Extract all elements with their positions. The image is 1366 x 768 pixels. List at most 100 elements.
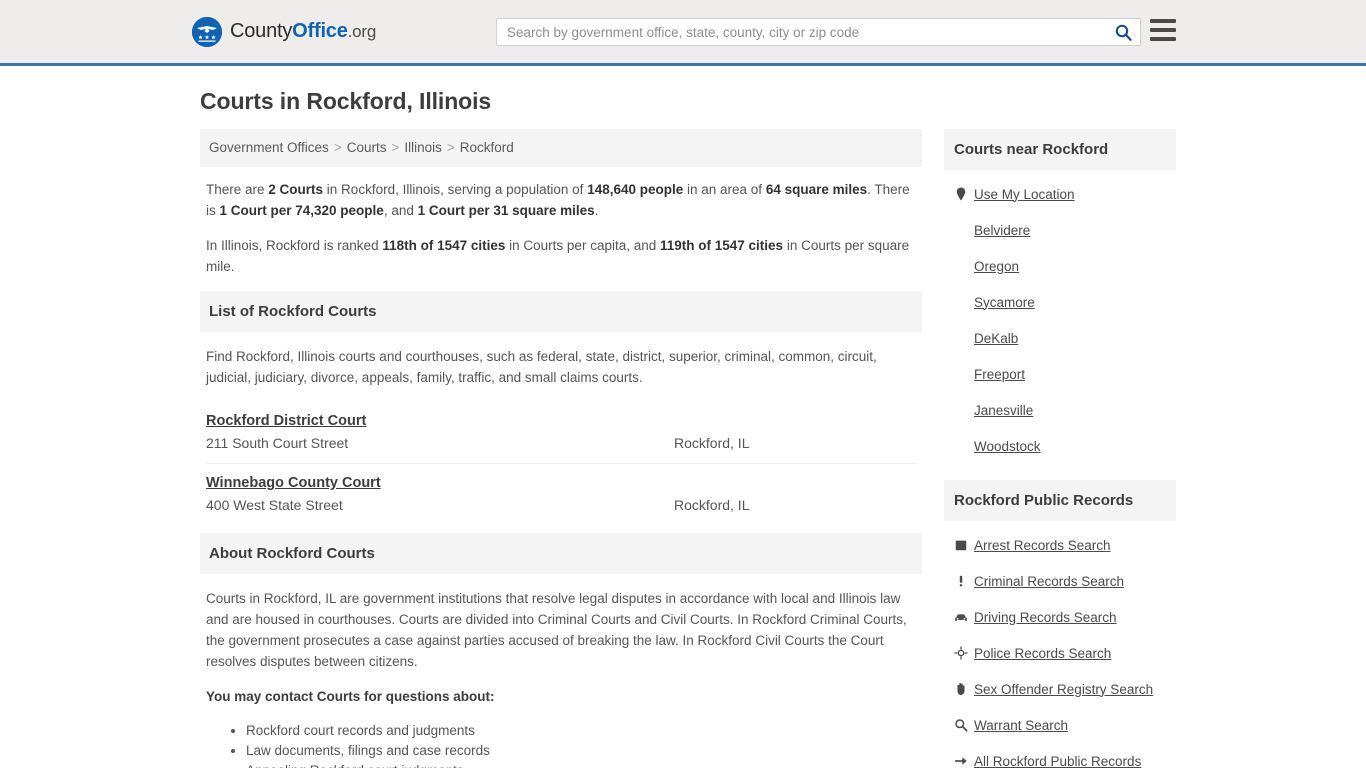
sidebar-item-label[interactable]: Janesville <box>974 403 1033 418</box>
breadcrumb: Government Offices > Courts > Illinois > Rockf… <box>200 129 922 167</box>
sidebar-item-all-rockford-public-records[interactable]: All Rockford Public Records <box>954 743 1176 768</box>
stat-text: . <box>594 203 599 218</box>
sidebar-item-label[interactable]: Sycamore <box>974 295 1035 310</box>
sidebar-item-woodstock[interactable]: Woodstock <box>954 428 1176 464</box>
stat-value: 64 square miles <box>765 182 868 197</box>
exclamation-icon <box>954 574 974 588</box>
stats-paragraph-2: In Illinois, Rockford is ranked 118th of… <box>206 235 922 277</box>
sidebar-item-label[interactable]: Use My Location <box>974 187 1075 202</box>
sidebar-item-label[interactable]: Warrant Search <box>974 718 1068 733</box>
sidebar-item-driving-records-search[interactable]: Driving Records Search <box>954 599 1176 635</box>
public-records-heading: Rockford Public Records <box>944 480 1176 521</box>
stat-value: 148,640 people <box>587 182 684 197</box>
about-section-lead: You may contact Courts for questions abo… <box>206 689 495 704</box>
breadcrumb-item-illinois[interactable]: Illinois <box>404 140 442 155</box>
court-detail-line: 400 West State Street Rockford, IL <box>206 497 916 513</box>
breadcrumb-separator: > <box>446 140 455 155</box>
about-bullet-item: Appealing Rockford court judgments <box>246 761 916 768</box>
sidebar-item-label[interactable]: Freeport <box>974 367 1025 382</box>
stat-text: in an area of <box>683 182 766 197</box>
list-section-description: Find Rockford, Illinois courts and court… <box>206 349 877 385</box>
stat-value: 2 Courts <box>268 182 324 197</box>
nearby-list: Use My Location Belvidere Oregon Sycamore De… <box>944 170 1176 464</box>
breadcrumb-item-rockford[interactable]: Rockford <box>460 140 514 155</box>
stats-paragraph-1: There are 2 Courts in Rockford, Illinois… <box>206 179 922 221</box>
sidebar-item-label[interactable]: Criminal Records Search <box>974 574 1124 589</box>
court-name-link[interactable]: Rockford District Court <box>206 413 366 429</box>
about-bullet-item: Rockford court records and judgments <box>246 721 916 741</box>
court-address: 400 West State Street <box>206 497 343 513</box>
sidebar-item-belvidere[interactable]: Belvidere <box>954 212 1176 248</box>
sidebar-item-label[interactable]: Woodstock <box>974 439 1041 454</box>
sidebar-item-label[interactable]: All Rockford Public Records <box>974 754 1141 768</box>
main-column: Government Offices > Courts > Illinois > Rockf… <box>200 129 922 768</box>
brand-tld: .org <box>347 22 377 41</box>
list-section-description-wrap: Find Rockford, Illinois courts and court… <box>200 332 922 388</box>
search-icon <box>1115 24 1132 41</box>
page-title: Courts in Rockford, Illinois <box>200 88 492 114</box>
sidebar-item-arrest-records-search[interactable]: Arrest Records Search <box>954 527 1176 563</box>
sidebar-item-police-records-search[interactable]: Police Records Search <box>954 635 1176 671</box>
court-row: Rockford District Court 211 South Court S… <box>206 402 916 464</box>
nearby-heading: Courts near Rockford <box>944 129 1176 170</box>
sidebar-item-janesville[interactable]: Janesville <box>954 392 1176 428</box>
search-button[interactable] <box>1106 19 1140 45</box>
sidebar-item-use-my-location[interactable]: Use My Location <box>954 176 1176 212</box>
court-name-link[interactable]: Winnebago County Court <box>206 475 381 491</box>
public-records-list: Arrest Records Search Criminal Records Se… <box>944 521 1176 768</box>
sidebar-item-label[interactable]: Police Records Search <box>974 646 1111 661</box>
sidebar-item-criminal-records-search[interactable]: Criminal Records Search <box>954 563 1176 599</box>
hamburger-menu-icon[interactable] <box>1150 19 1176 41</box>
sidebar-item-label[interactable]: Driving Records Search <box>974 610 1117 625</box>
about-bullet-item: Law documents, filings and case records <box>246 741 916 761</box>
arrow-right-icon <box>954 754 974 768</box>
stat-value: 1 Court per 74,320 people <box>219 203 384 218</box>
list-section-heading: List of Rockford Courts <box>200 291 922 332</box>
eagle-shield-logo-icon <box>192 16 222 47</box>
sidebar-item-label[interactable]: Sex Offender Registry Search <box>974 682 1153 697</box>
about-section-body-wrap: Courts in Rockford, IL are government in… <box>200 574 922 768</box>
content-area: Government Offices > Courts > Illinois > Rockf… <box>200 129 1176 768</box>
stat-text: There are <box>206 182 269 197</box>
about-bullet-list: Rockford court records and judgmentsLaw … <box>206 721 916 768</box>
site-header: CountyOffice.org <box>0 0 1366 66</box>
breadcrumb-separator: > <box>333 140 342 155</box>
court-city: Rockford, IL <box>674 435 750 451</box>
sidebar-item-sex-offender-registry-search[interactable]: Sex Offender Registry Search <box>954 671 1176 707</box>
breadcrumb-item-government-offices[interactable]: Government Offices <box>209 140 329 155</box>
stat-text: In Illinois, Rockford is ranked <box>206 238 383 253</box>
sidebar: Courts near Rockford Use My Location Belv… <box>944 129 1176 768</box>
sidebar-item-freeport[interactable]: Freeport <box>954 356 1176 392</box>
sidebar-item-sycamore[interactable]: Sycamore <box>954 284 1176 320</box>
breadcrumb-separator: > <box>391 140 400 155</box>
about-section-heading: About Rockford Courts <box>200 533 922 574</box>
magnifier-icon <box>954 718 974 732</box>
stats-summary: There are 2 Courts in Rockford, Illinois… <box>200 167 922 277</box>
site-logo-text: CountyOffice.org <box>230 20 376 43</box>
court-city: Rockford, IL <box>674 497 750 513</box>
sidebar-item-oregon[interactable]: Oregon <box>954 248 1176 284</box>
public-records-block: Rockford Public Records Arrest Records S… <box>944 480 1176 768</box>
sidebar-item-dekalb[interactable]: DeKalb <box>954 320 1176 356</box>
sidebar-item-label[interactable]: Arrest Records Search <box>974 538 1111 553</box>
sidebar-item-warrant-search[interactable]: Warrant Search <box>954 707 1176 743</box>
stat-text: in Rockford, Illinois, serving a populat… <box>323 182 588 197</box>
stat-text: , and <box>383 203 418 218</box>
sidebar-item-label[interactable]: Oregon <box>974 259 1019 274</box>
stat-value: 119th of 1547 cities <box>660 238 784 253</box>
car-icon <box>954 610 974 624</box>
breadcrumb-item-courts[interactable]: Courts <box>347 140 387 155</box>
court-detail-line: 211 South Court Street Rockford, IL <box>206 435 916 451</box>
stat-value: 1 Court per 31 square miles <box>417 203 595 218</box>
brand-prefix: County <box>230 20 293 42</box>
fingerprint-square-icon <box>954 538 974 552</box>
sidebar-item-label[interactable]: DeKalb <box>974 331 1018 346</box>
court-address: 211 South Court Street <box>206 435 349 451</box>
site-logo[interactable]: CountyOffice.org <box>192 16 376 47</box>
police-badge-icon <box>954 646 974 660</box>
search-bar[interactable] <box>496 18 1141 46</box>
map-pin-icon <box>954 187 974 201</box>
court-list: Rockford District Court 211 South Court S… <box>200 402 922 525</box>
sidebar-item-label[interactable]: Belvidere <box>974 223 1030 238</box>
search-input[interactable] <box>497 19 1106 45</box>
